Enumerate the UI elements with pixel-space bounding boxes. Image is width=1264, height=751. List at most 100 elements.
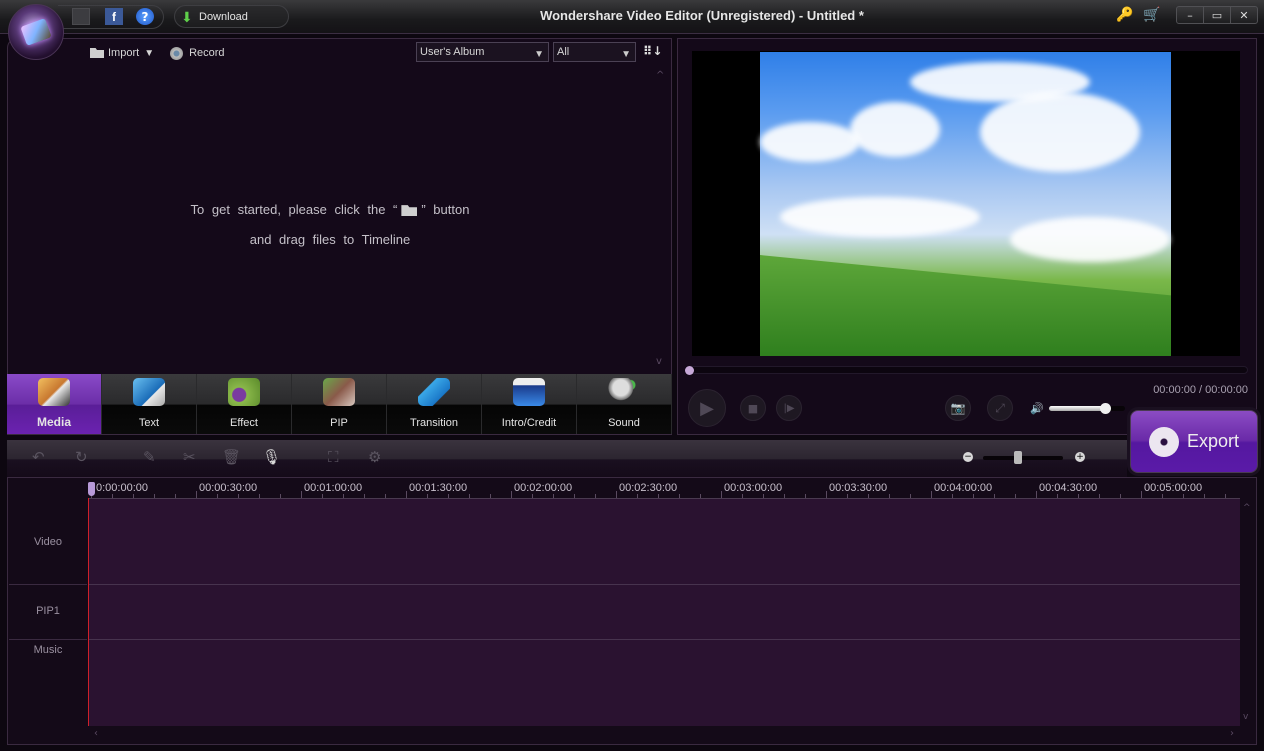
- voiceover-icon[interactable]: 🎙: [262, 448, 281, 466]
- delete-icon[interactable]: 🗑: [222, 448, 241, 466]
- ruler-minor-tick: [805, 494, 806, 498]
- download-button[interactable]: ⬇ Download: [174, 5, 289, 28]
- tab-label: Effect: [230, 417, 258, 429]
- ruler-minor-tick: [1099, 494, 1100, 498]
- download-label: Download: [199, 10, 248, 23]
- ruler-major-tick: [931, 491, 932, 498]
- ruler-major-tick: [511, 491, 512, 498]
- ruler-minor-tick: [259, 494, 260, 498]
- undo-icon[interactable]: ↶: [32, 448, 45, 466]
- ruler-minor-tick: [637, 494, 638, 498]
- volume-icon[interactable]: 🔊: [1030, 402, 1044, 415]
- export-button[interactable]: Export: [1130, 410, 1258, 473]
- ruler-minor-tick: [238, 494, 239, 498]
- ruler-minor-tick: [490, 494, 491, 498]
- settings-icon[interactable]: ⚙: [368, 448, 381, 466]
- facebook-icon[interactable]: f: [105, 8, 123, 25]
- tab-label: Intro/Credit: [501, 417, 557, 429]
- tab-media[interactable]: Media: [7, 374, 102, 434]
- divider: [9, 639, 87, 640]
- record-button[interactable]: Record: [170, 46, 225, 60]
- ruler-label: 00:04:30:00: [1039, 482, 1098, 494]
- folder-icon: [90, 48, 104, 58]
- pip-icon: [323, 378, 355, 406]
- tab-text[interactable]: Text: [102, 374, 197, 434]
- media-icon: [38, 378, 70, 406]
- playhead-handle[interactable]: [88, 482, 95, 496]
- scroll-right-icon[interactable]: ›: [1230, 728, 1234, 739]
- ruler-minor-tick: [448, 494, 449, 498]
- volume-handle[interactable]: [1100, 403, 1111, 414]
- track-label-music: Music: [33, 644, 63, 656]
- ruler-major-tick: [1036, 491, 1037, 498]
- ruler-minor-tick: [679, 494, 680, 498]
- scroll-down-icon[interactable]: v: [656, 356, 662, 367]
- scroll-up-icon[interactable]: ^: [1243, 503, 1251, 513]
- chevron-down-icon: ▼: [534, 49, 544, 60]
- snapshot-button[interactable]: 📷: [945, 395, 971, 421]
- ruler-minor-tick: [343, 494, 344, 498]
- ruler-minor-tick: [1225, 494, 1226, 498]
- ruler-minor-tick: [553, 494, 554, 498]
- close-button[interactable]: ✕: [1231, 7, 1257, 23]
- tab-transition[interactable]: Transition: [387, 374, 482, 434]
- ruler-minor-tick: [1162, 494, 1163, 498]
- crop-icon[interactable]: ⛶: [328, 448, 339, 466]
- cart-icon[interactable]: 🛒: [1143, 7, 1160, 23]
- scroll-up-icon[interactable]: ^: [656, 70, 664, 81]
- album-select[interactable]: User's Album ▼: [416, 42, 549, 62]
- timeline-zoom-handle[interactable]: [1014, 451, 1022, 464]
- fullscreen-button[interactable]: ⤢: [987, 395, 1013, 421]
- help-icon[interactable]: ?: [136, 8, 154, 25]
- edit-icon[interactable]: ✎: [143, 448, 156, 466]
- timeline-zoom-slider[interactable]: [983, 456, 1063, 460]
- ruler-minor-tick: [742, 494, 743, 498]
- seek-bar[interactable]: [688, 366, 1248, 374]
- maximize-button[interactable]: ▭: [1204, 7, 1231, 23]
- ruler-minor-tick: [1183, 494, 1184, 498]
- ruler-label: 00:03:30:00: [829, 482, 888, 494]
- tab-intro-credit[interactable]: Intro/Credit: [482, 374, 577, 434]
- track-area[interactable]: [89, 499, 1240, 726]
- ruler-minor-tick: [868, 494, 869, 498]
- import-button[interactable]: Import ▼: [90, 47, 154, 59]
- tab-pip[interactable]: PIP: [292, 374, 387, 434]
- app-logo[interactable]: [8, 4, 64, 60]
- ruler-minor-tick: [322, 494, 323, 498]
- stop-button[interactable]: ■: [740, 395, 766, 421]
- seek-handle[interactable]: [685, 366, 694, 375]
- export-label: Export: [1186, 431, 1240, 451]
- folder-icon: [401, 205, 418, 217]
- zoom-in-icon[interactable]: +: [1075, 452, 1085, 462]
- register-key-icon[interactable]: 🔑: [1116, 7, 1133, 23]
- tab-effect[interactable]: Effect: [197, 374, 292, 434]
- tab-label: PIP: [330, 417, 348, 429]
- save-icon[interactable]: [72, 8, 90, 25]
- filter-select[interactable]: All ▼: [553, 42, 636, 62]
- sort-icon[interactable]: ⠿↓: [643, 44, 662, 58]
- ruler-minor-tick: [1078, 494, 1079, 498]
- track-label-pip1: PIP1: [36, 605, 60, 617]
- tab-sound[interactable]: Sound: [577, 374, 672, 434]
- scroll-left-icon[interactable]: ‹: [94, 728, 98, 739]
- play-button[interactable]: ▶: [688, 389, 726, 427]
- ruler-minor-tick: [700, 494, 701, 498]
- scroll-down-icon[interactable]: v: [1243, 712, 1248, 722]
- ruler-label: 00:02:30:00: [619, 482, 678, 494]
- redo-icon[interactable]: ↻: [75, 448, 88, 466]
- clapperboard-icon: [513, 378, 545, 406]
- timeline-toolbar: [7, 440, 1127, 478]
- cut-icon[interactable]: ✂: [183, 448, 196, 466]
- track-labels: Video PIP1 Music: [9, 499, 87, 726]
- minimize-button[interactable]: –: [1177, 7, 1204, 23]
- volume-fill: [1049, 406, 1105, 411]
- timeline-ruler[interactable]: 0:00:00:00 00:00:30:00 00:01:00:00 00:01:30…: [88, 478, 1240, 499]
- camera-icon: 📷: [950, 401, 966, 415]
- ruler-major-tick: [196, 491, 197, 498]
- zoom-out-icon[interactable]: −: [963, 452, 973, 462]
- ruler-minor-tick: [1204, 494, 1205, 498]
- next-frame-button[interactable]: |▶: [776, 395, 802, 421]
- chevron-down-icon: ▼: [144, 47, 155, 59]
- ruler-label: 00:02:00:00: [514, 482, 573, 494]
- ruler-minor-tick: [1120, 494, 1121, 498]
